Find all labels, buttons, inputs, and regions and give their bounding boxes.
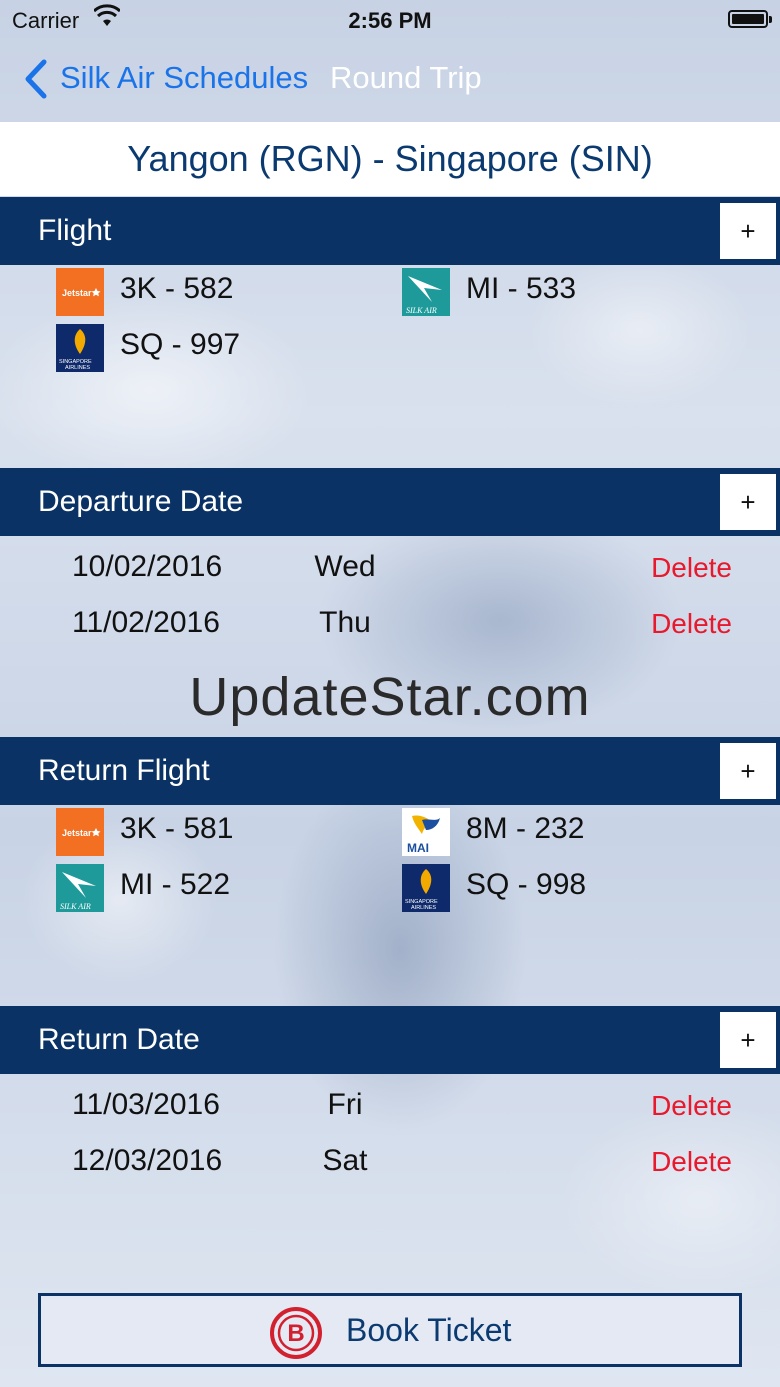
day-value: Fri [327, 1088, 363, 1121]
departure-date-section-title: Departure Date [38, 485, 244, 518]
svg-text:Jetstar: Jetstar [62, 828, 92, 838]
svg-text:SILK AIR: SILK AIR [406, 306, 437, 315]
delete-button[interactable]: Delete [651, 1146, 732, 1178]
flight-item[interactable]: MAI 8M - 232 [402, 808, 702, 858]
flight-code: 3K - 581 [120, 812, 234, 845]
flight-code: SQ - 997 [120, 328, 241, 361]
flight-section-header: Flight + [0, 197, 780, 265]
date-value: 11/03/2016 [72, 1088, 220, 1121]
singapore-airlines-logo-icon: SINGAPORE AIRLINES [56, 324, 104, 372]
day-value: Sat [322, 1144, 368, 1177]
myanmar-airways-logo-icon: MAI [402, 808, 450, 856]
flight-item[interactable]: Jetstar 3K - 582 [56, 268, 356, 318]
add-return-flight-button[interactable]: + [720, 743, 776, 799]
flight-item[interactable]: Jetstar 3K - 581 [56, 808, 356, 858]
b-circle-icon: B [270, 1307, 322, 1359]
svg-text:AIRLINES: AIRLINES [65, 365, 90, 371]
return-date-section-header: Return Date + [0, 1006, 780, 1074]
svg-text:Jetstar: Jetstar [62, 288, 92, 298]
add-departure-date-button[interactable]: + [720, 474, 776, 530]
date-value: 10/02/2016 [72, 550, 223, 583]
flight-item[interactable]: SILK AIR MI - 522 [56, 864, 356, 914]
watermark: UpdateStar.com [189, 667, 591, 727]
svg-text:MAI: MAI [407, 841, 429, 855]
flight-code: MI - 533 [466, 272, 577, 305]
flight-section-title: Flight [38, 214, 112, 247]
jetstar-logo-icon: Jetstar [56, 808, 104, 856]
page-title: Round Trip [330, 60, 482, 95]
navigation-bar: Silk Air Schedules Round Trip [0, 48, 780, 112]
flight-code: 3K - 582 [120, 272, 234, 305]
return-flight-section-title: Return Flight [38, 754, 210, 787]
svg-text:AIRLINES: AIRLINES [411, 905, 436, 911]
return-flight-section-header: Return Flight + [0, 737, 780, 805]
flight-item[interactable]: SINGAPORE AIRLINES SQ - 997 [56, 324, 356, 374]
date-value: 12/03/2016 [72, 1144, 223, 1177]
back-button[interactable]: Silk Air Schedules [60, 60, 308, 96]
silkair-logo-icon: SILK AIR [56, 864, 104, 912]
silkair-logo-icon: SILK AIR [402, 268, 450, 316]
svg-text:SILK AIR: SILK AIR [60, 902, 91, 911]
day-value: Wed [314, 550, 376, 583]
departure-date-section-header: Departure Date + [0, 468, 780, 536]
flight-code: MI - 522 [120, 868, 231, 901]
delete-button[interactable]: Delete [651, 552, 732, 584]
singapore-airlines-logo-icon: SINGAPORE AIRLINES [402, 864, 450, 912]
flight-item[interactable]: SILK AIR MI - 533 [402, 268, 702, 318]
clock: 2:56 PM [348, 8, 432, 33]
delete-button[interactable]: Delete [651, 608, 732, 640]
flight-code: SQ - 998 [466, 868, 587, 901]
back-chevron-icon[interactable] [22, 58, 50, 100]
date-row: 12/03/2016 Sat Delete [0, 1134, 780, 1186]
route-label: Yangon (RGN) - Singapore (SIN) [0, 122, 780, 196]
flight-code: 8M - 232 [466, 812, 585, 845]
book-ticket-label: Book Ticket [346, 1312, 512, 1348]
date-value: 11/02/2016 [72, 606, 220, 639]
date-row: 10/02/2016 Wed Delete [0, 540, 780, 592]
battery-icon [728, 10, 772, 28]
book-ticket-button[interactable]: B Book Ticket [38, 1293, 742, 1367]
day-value: Thu [319, 606, 371, 639]
svg-text:B: B [287, 1320, 304, 1347]
flight-item[interactable]: SINGAPORE AIRLINES SQ - 998 [402, 864, 702, 914]
status-bar: Carrier 2:56 PM [0, 0, 780, 40]
return-date-section-title: Return Date [38, 1023, 200, 1056]
date-row: 11/03/2016 Fri Delete [0, 1078, 780, 1130]
add-flight-button[interactable]: + [720, 203, 776, 259]
date-row: 11/02/2016 Thu Delete [0, 596, 780, 648]
delete-button[interactable]: Delete [651, 1090, 732, 1122]
jetstar-logo-icon: Jetstar [56, 268, 104, 316]
add-return-date-button[interactable]: + [720, 1012, 776, 1068]
